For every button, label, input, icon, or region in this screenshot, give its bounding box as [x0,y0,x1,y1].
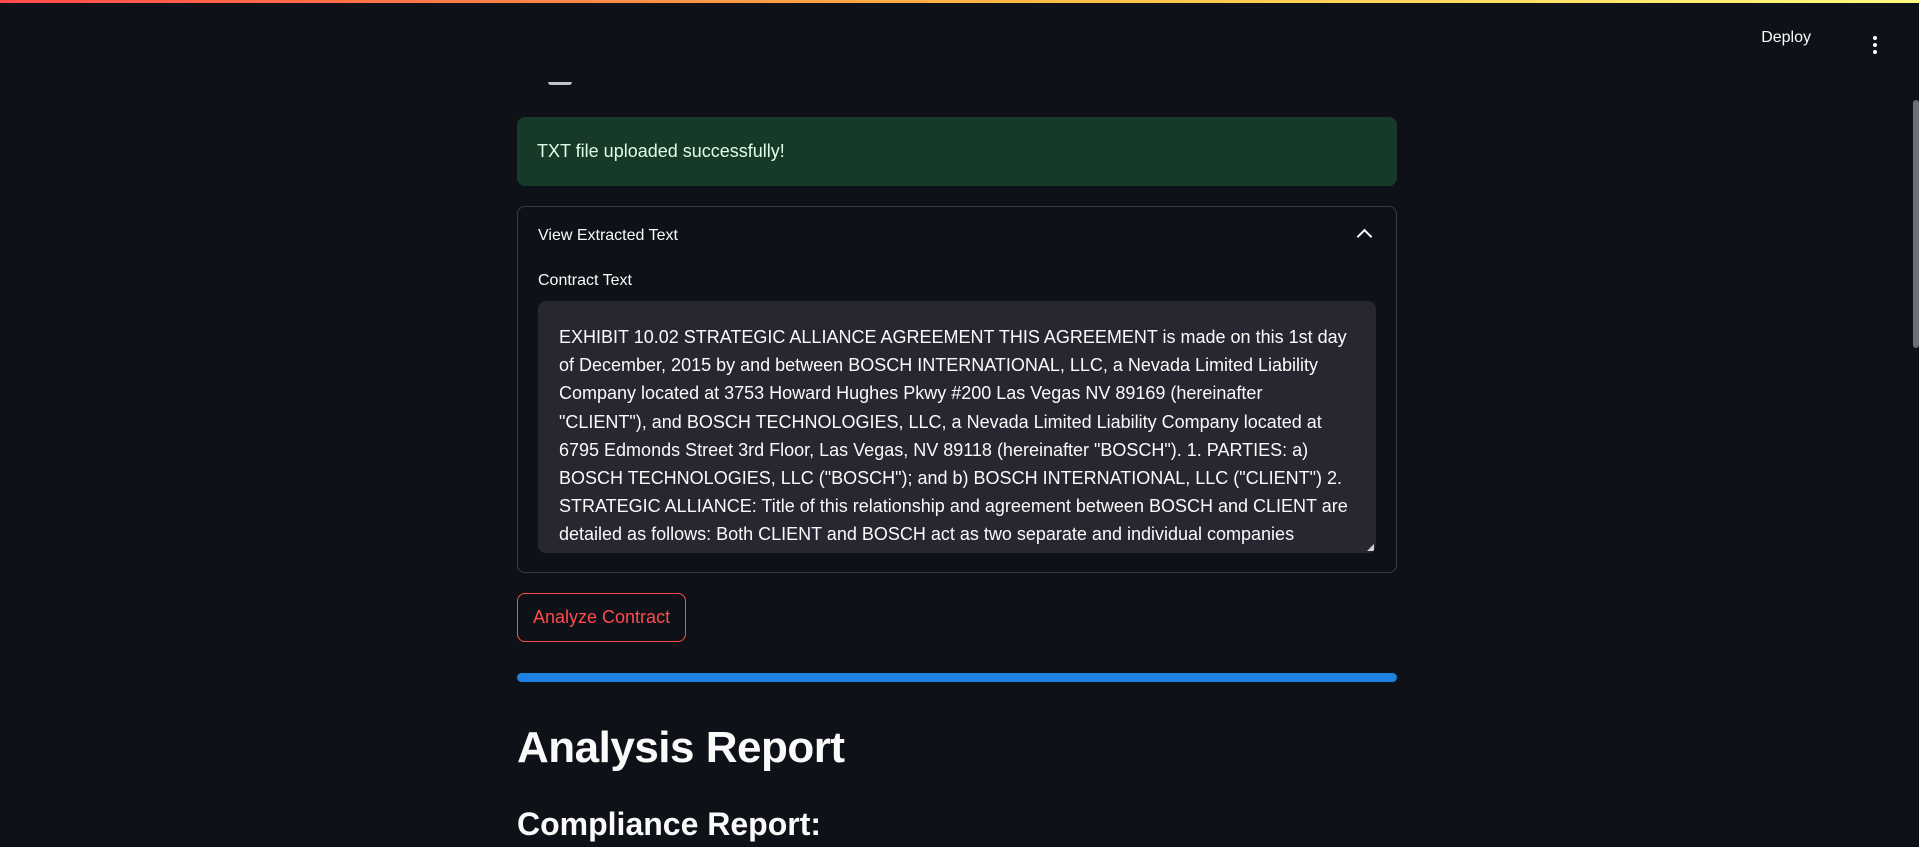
progress-bar [517,673,1397,682]
app-header: Deploy [0,3,1919,63]
chevron-up-icon [1356,228,1373,245]
resize-handle-icon[interactable] [1367,544,1374,551]
contract-text-area[interactable]: EXHIBIT 10.02 STRATEGIC ALLIANCE AGREEME… [538,301,1376,553]
compliance-report-heading: Compliance Report: [517,806,822,842]
page-scrollbar[interactable] [1913,100,1919,348]
expander-title: View Extracted Text [538,227,678,244]
analysis-report-heading: Analysis Report [517,723,845,772]
progress-bar-fill [517,673,1397,682]
contract-text-value: EXHIBIT 10.02 STRATEGIC ALLIANCE AGREEME… [559,327,1348,545]
deploy-button[interactable]: Deploy [1761,29,1811,47]
upload-icon [548,62,572,85]
success-alert-message: TXT file uploaded successfully! [537,141,785,161]
more-vertical-icon[interactable] [1873,36,1877,57]
success-alert: TXT file uploaded successfully! [517,117,1397,186]
analyze-contract-button[interactable]: Analyze Contract [517,593,687,642]
extracted-text-expander: View Extracted Text Contract Text EXHIBI… [517,206,1397,573]
contract-text-label: Contract Text [538,272,632,289]
expander-toggle[interactable]: View Extracted Text [538,227,1376,257]
